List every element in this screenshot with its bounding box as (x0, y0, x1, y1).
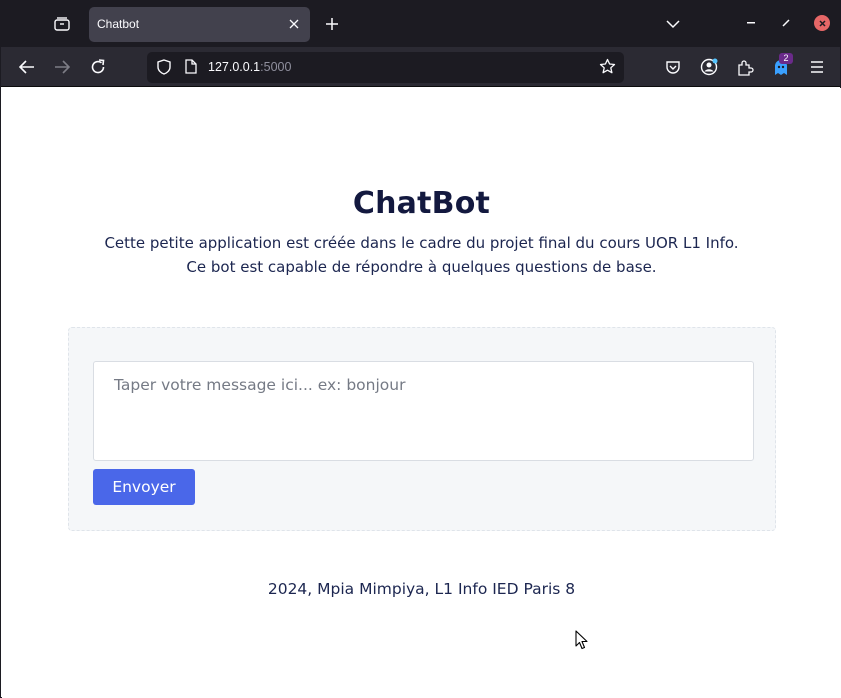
url-host: 127.0.0.1 (208, 60, 261, 74)
star-icon[interactable] (599, 58, 616, 80)
tab-title: Chatbot (97, 17, 140, 31)
shield-icon[interactable] (157, 59, 171, 80)
window-close-icon[interactable] (814, 15, 830, 31)
message-input[interactable] (93, 361, 754, 461)
tab-bar: Chatbot (1, 1, 840, 47)
url-port: :5000 (260, 60, 292, 74)
tab-manager-icon[interactable] (49, 13, 75, 35)
reload-icon[interactable] (86, 55, 110, 79)
url-text[interactable]: 127.0.0.1:5000 (208, 60, 291, 74)
pocket-icon[interactable] (662, 56, 684, 78)
chevron-down-icon[interactable] (663, 13, 683, 35)
subtitle-line-1: Cette petite application est créée dans … (104, 234, 739, 252)
forward-arrow-icon[interactable] (50, 55, 74, 79)
plus-icon[interactable] (321, 13, 343, 35)
extension-badge: 2 (779, 53, 793, 64)
tab-chatbot[interactable]: Chatbot (89, 7, 310, 42)
menu-icon[interactable] (806, 56, 828, 78)
send-button[interactable]: Envoyer (93, 469, 195, 505)
url-bar[interactable]: 127.0.0.1:5000 (147, 52, 624, 83)
page-icon (185, 59, 197, 79)
subtitle-line-2: Ce bot est capable de répondre à quelque… (186, 258, 657, 276)
mouse-cursor-icon (575, 630, 589, 656)
browser-window: Chatbot 127.0.0.1:5000 2 ChatBot Cette p… (0, 0, 841, 698)
close-icon[interactable] (286, 15, 302, 33)
page-footer: 2024, Mpia Mimpiya, L1 Info IED Paris 8 (267, 580, 576, 598)
chat-form-card: Envoyer (68, 327, 776, 531)
page-subtitle: Cette petite application est créée dans … (2, 231, 841, 279)
restore-icon[interactable] (778, 15, 794, 31)
page-title: ChatBot (352, 186, 491, 221)
back-arrow-icon[interactable] (15, 55, 39, 79)
extensions-icon[interactable] (734, 56, 756, 78)
account-icon[interactable] (698, 56, 720, 78)
minimize-icon[interactable] (743, 15, 759, 31)
page-content: ChatBot Cette petite application est cré… (2, 88, 841, 698)
